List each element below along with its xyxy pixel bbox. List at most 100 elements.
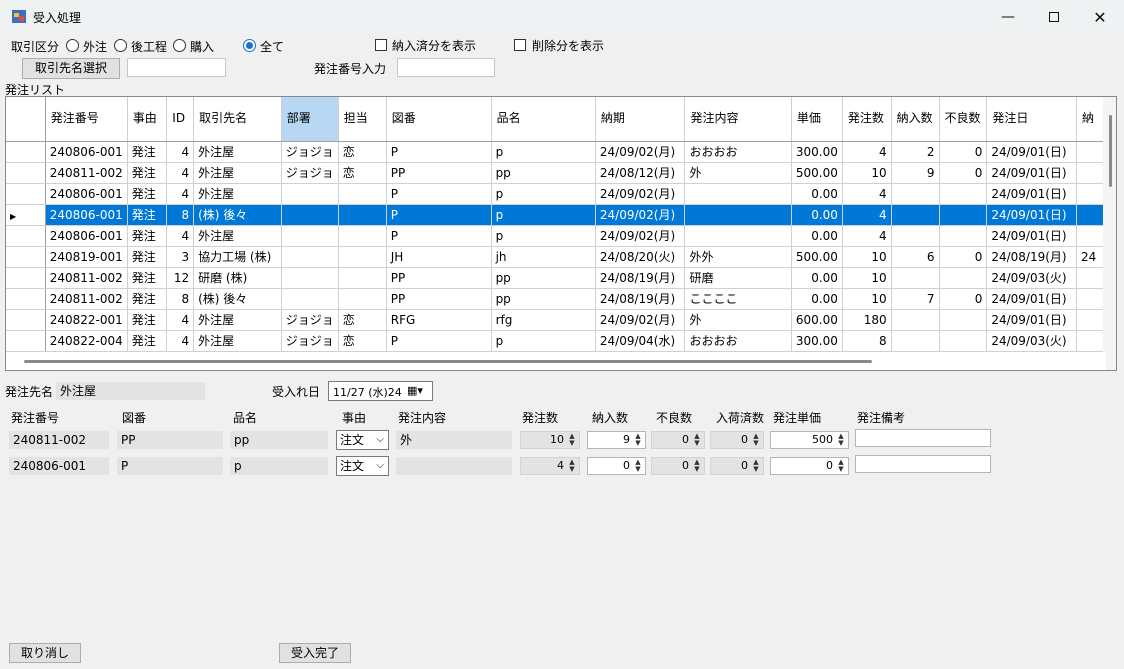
table-cell[interactable]: 0.00 [791,183,843,205]
table-cell[interactable]: 240806-001 [45,183,128,205]
table-cell[interactable]: P [386,183,492,205]
vertical-scrollbar[interactable] [1103,97,1116,370]
table-cell[interactable] [338,267,387,289]
table-cell[interactable]: 0 [939,162,988,184]
table-cell[interactable]: 外外 [684,246,792,268]
row-header[interactable] [6,330,46,352]
table-cell[interactable] [891,309,940,331]
column-header[interactable]: 発注日 [986,97,1077,142]
column-header[interactable]: 取引先名 [193,97,282,142]
table-cell[interactable]: p [491,204,596,226]
table-cell[interactable]: 24/09/01(日) [986,309,1077,331]
chevron-down-icon[interactable]: ⌵ [376,431,384,449]
table-cell[interactable]: 4 [166,330,195,352]
table-cell[interactable]: 恋 [338,309,387,331]
column-header[interactable]: 担当 [338,97,387,142]
table-cell[interactable]: 外注屋 [193,141,282,163]
table-cell[interactable] [891,267,940,289]
table-cell[interactable]: 10 [842,162,892,184]
table-cell[interactable]: 24/08/19(月) [595,288,686,310]
grid-corner-header[interactable] [6,97,46,142]
table-cell[interactable]: 外 [684,309,792,331]
table-cell[interactable]: P [386,141,492,163]
table-cell[interactable]: 2 [891,141,940,163]
table-cell[interactable]: P [386,225,492,247]
table-cell[interactable] [684,204,792,226]
row-header[interactable] [6,246,46,268]
table-cell[interactable] [338,204,387,226]
table-cell[interactable]: 4 [166,162,195,184]
table-cell[interactable]: 4 [166,225,195,247]
table-cell[interactable]: 24/08/19(月) [986,246,1077,268]
receive-order-qty[interactable]: 4 ▲ ▼ [520,457,580,475]
receive-order-qty[interactable]: 10 ▲ ▼ [520,431,580,449]
table-cell[interactable]: 180 [842,309,892,331]
table-cell[interactable]: 24/09/02(月) [595,183,686,205]
spinner-arrows-icon[interactable]: ▲ ▼ [835,433,847,447]
table-cell[interactable]: 研磨 (株) [193,267,282,289]
table-cell[interactable]: 240811-002 [45,288,128,310]
column-header[interactable]: 発注番号 [45,97,128,142]
table-cell[interactable]: 恋 [338,162,387,184]
column-header[interactable]: 単価 [791,97,843,142]
table-cell[interactable]: 240806-001 [45,141,128,163]
table-cell[interactable] [684,225,792,247]
table-cell[interactable]: 発注 [127,267,168,289]
table-cell[interactable] [281,204,339,226]
order-list-grid[interactable]: 発注番号 事由 ID 取引先名 部署 担当 図番 品名 納期 発注内容 単価 発注数 納入数 不良数 発注日… [5,96,1117,371]
spinner-arrows-icon[interactable]: ▲ ▼ [632,459,644,473]
table-cell[interactable]: 8 [842,330,892,352]
column-header[interactable]: 発注内容 [684,97,792,142]
table-row[interactable]: 240806-001 発注 4 外注屋 Pp 24/09/02(月) 0.00 4 24/09/… [6,183,1116,205]
table-cell[interactable]: jh [491,246,596,268]
spinner-arrows-icon[interactable]: ▲ ▼ [691,459,703,473]
table-cell[interactable] [939,204,988,226]
table-cell[interactable]: ここここ [684,288,792,310]
receive-arrived-qty[interactable]: 0 ▲ ▼ [710,431,764,449]
table-cell[interactable]: 7 [891,288,940,310]
table-cell[interactable]: p [491,183,596,205]
table-cell[interactable]: 発注 [127,141,168,163]
receive-unit-price[interactable]: 0 ▲ ▼ [770,457,849,475]
table-cell[interactable]: (株) 後々 [193,204,282,226]
table-cell[interactable]: 外 [684,162,792,184]
table-cell[interactable]: ジョジョ [281,309,339,331]
close-button[interactable]: ✕ [1077,0,1123,34]
table-cell[interactable]: 0.00 [791,288,843,310]
row-header[interactable] [6,309,46,331]
table-cell[interactable]: 240822-004 [45,330,128,352]
table-cell[interactable]: 24/08/20(火) [595,246,686,268]
table-cell[interactable]: 3 [166,246,195,268]
receive-defect-qty[interactable]: 0 ▲ ▼ [651,431,705,449]
table-row[interactable]: 240822-001 発注 4 外注屋 ジョジョ恋 RFG rfg 24/09/02(月) 外 6… [6,309,1116,331]
horizontal-scrollbar[interactable] [6,352,1106,370]
spinner-arrows-icon[interactable]: ▲ ▼ [835,459,847,473]
row-header[interactable]: ▶ [6,204,46,226]
table-cell[interactable]: 4 [842,204,892,226]
column-header[interactable]: 発注数 [842,97,892,142]
receive-reason-select[interactable]: 注文 ⌵ [336,430,389,450]
table-cell[interactable]: 0 [939,246,988,268]
table-cell[interactable] [939,309,988,331]
table-row[interactable]: 240811-002 発注 12 研磨 (株) PP pp 24/08/19(月) 研磨 0.0… [6,267,1116,289]
table-cell[interactable]: 9 [891,162,940,184]
table-cell[interactable]: 24/09/01(日) [986,141,1077,163]
table-cell[interactable]: p [491,141,596,163]
table-cell[interactable]: 発注 [127,162,168,184]
receive-date-picker[interactable]: 11/27 (水)24 ▦▾ [328,381,433,401]
horizontal-scroll-thumb[interactable] [24,360,872,363]
column-header[interactable]: 品名 [491,97,596,142]
table-cell[interactable]: 0.00 [791,204,843,226]
table-cell[interactable]: 24/09/01(日) [986,162,1077,184]
table-cell[interactable]: 240806-001 [45,204,128,226]
table-cell[interactable]: 発注 [127,288,168,310]
table-cell[interactable]: 240822-001 [45,309,128,331]
table-cell[interactable]: 外注屋 [193,225,282,247]
table-cell[interactable]: 0 [939,288,988,310]
table-cell[interactable]: 12 [166,267,195,289]
table-cell[interactable]: 10 [842,267,892,289]
table-cell[interactable]: 0.00 [791,267,843,289]
table-cell[interactable]: ジョジョ [281,162,339,184]
radio-post-process[interactable] [114,39,127,52]
table-cell[interactable] [281,288,339,310]
